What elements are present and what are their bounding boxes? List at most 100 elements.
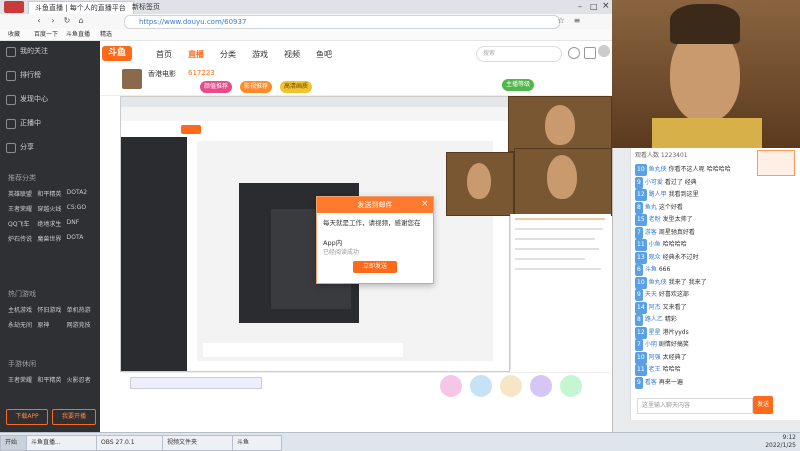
maximize-icon[interactable]: □ bbox=[590, 2, 598, 11]
chat-nickname[interactable]: 阿杰 bbox=[649, 304, 661, 311]
sidebar-item-live[interactable]: 正播中 bbox=[0, 113, 100, 133]
chat-nickname[interactable]: 小鱼 bbox=[649, 241, 661, 248]
level-badge: 14 bbox=[635, 301, 647, 314]
chat-nickname[interactable]: 路人乙 bbox=[645, 316, 663, 323]
category-link[interactable]: DOTA2 bbox=[67, 189, 96, 198]
category-link[interactable]: 绝地求生 bbox=[37, 219, 66, 228]
category-link[interactable]: DOTA bbox=[67, 234, 96, 243]
chat-nickname[interactable]: 游客 bbox=[645, 229, 657, 236]
message-icon[interactable] bbox=[584, 47, 596, 59]
taskbar-item[interactable]: 斗鱼直播... bbox=[26, 435, 100, 451]
chat-nickname[interactable]: 小可爱 bbox=[645, 179, 663, 186]
chat-nickname[interactable]: 看客 bbox=[645, 379, 657, 386]
nav-live[interactable]: 直播 bbox=[188, 49, 204, 60]
chat-nickname[interactable]: 老粉 bbox=[649, 216, 661, 223]
category-link[interactable]: 和平精英 bbox=[37, 375, 66, 384]
gift-icon[interactable] bbox=[560, 375, 582, 397]
star-icon[interactable]: ☆ bbox=[556, 16, 566, 26]
minimize-icon[interactable]: – bbox=[578, 2, 582, 11]
video-player[interactable] bbox=[612, 0, 800, 148]
chat-nickname[interactable]: 阿强 bbox=[649, 354, 661, 361]
sidebar-item-ranking[interactable]: 排行榜 bbox=[0, 65, 100, 85]
send-chat-button[interactable]: 发送 bbox=[753, 396, 773, 414]
reload-icon[interactable]: ↻ bbox=[62, 16, 72, 26]
browser-logo-icon[interactable] bbox=[4, 1, 24, 13]
category-link[interactable]: 单机热游 bbox=[67, 305, 96, 314]
category-link[interactable]: CS:GO bbox=[67, 204, 96, 213]
gift-icon[interactable] bbox=[530, 375, 552, 397]
category-link[interactable]: DNF bbox=[67, 219, 96, 228]
chat-text: 发型太帅了 bbox=[662, 216, 693, 223]
taskbar-item[interactable]: OBS 27.0.1 bbox=[96, 435, 166, 451]
category-link[interactable]: 主机游戏 bbox=[8, 305, 37, 314]
bookmark-item[interactable]: 精选 bbox=[100, 29, 112, 40]
bookmark-item[interactable]: 收藏 bbox=[8, 29, 20, 40]
start-live-button[interactable]: 我要开播 bbox=[52, 409, 96, 425]
category-link[interactable]: 原神 bbox=[37, 320, 66, 329]
tag-badge[interactable]: 高清画质 bbox=[280, 81, 313, 93]
nested-logo bbox=[181, 125, 201, 134]
search-input[interactable]: 搜索 bbox=[476, 46, 562, 62]
level-badge[interactable]: 主播等级 bbox=[502, 79, 535, 91]
bookmark-item[interactable]: 百度一下 bbox=[34, 29, 58, 40]
avatar[interactable] bbox=[598, 45, 610, 57]
clock[interactable]: 9:12 2022/1/25 bbox=[765, 434, 796, 450]
gift-icon[interactable] bbox=[470, 375, 492, 397]
chat-nickname[interactable]: 鱼丸 bbox=[645, 204, 657, 211]
sidebar-item-discover[interactable]: 发现中心 bbox=[0, 89, 100, 109]
chat-nickname[interactable]: 小明 bbox=[645, 341, 657, 348]
tag-badge[interactable]: 影视推荐 bbox=[240, 81, 273, 93]
close-icon[interactable]: × bbox=[602, 1, 610, 11]
chat-nickname[interactable]: 路人甲 bbox=[649, 191, 667, 198]
history-icon[interactable] bbox=[568, 47, 580, 59]
category-link[interactable]: 网游竞技 bbox=[67, 320, 96, 329]
anchor-avatar[interactable] bbox=[122, 69, 142, 89]
close-icon[interactable]: × bbox=[421, 199, 429, 209]
taskbar-item[interactable]: 斗鱼 bbox=[232, 435, 282, 451]
taskbar-item[interactable]: 视频文件夹 bbox=[162, 435, 236, 451]
nav-games[interactable]: 游戏 bbox=[252, 49, 268, 60]
home-icon[interactable]: ⌂ bbox=[76, 16, 86, 26]
category-link[interactable]: 穿越火线 bbox=[37, 204, 66, 213]
chat-message: 14 阿杰 又来看了 bbox=[635, 301, 785, 314]
chat-nickname[interactable]: 星星 bbox=[649, 329, 661, 336]
chat-nickname[interactable]: 天天 bbox=[645, 291, 657, 298]
site-logo[interactable]: 斗鱼 bbox=[102, 46, 132, 61]
url-input[interactable]: https://www.douyu.com/60937 bbox=[124, 15, 560, 29]
category-link[interactable]: 和平精英 bbox=[37, 189, 66, 198]
category-link[interactable]: 王者荣耀 bbox=[8, 204, 37, 213]
menu-icon[interactable]: ≡ bbox=[572, 16, 582, 26]
nav-fishbar[interactable]: 鱼吧 bbox=[316, 49, 332, 60]
tag-badge[interactable]: 颜值推荐 bbox=[200, 81, 233, 93]
gift-icon[interactable] bbox=[440, 375, 462, 397]
forward-icon[interactable]: › bbox=[48, 16, 58, 26]
download-app-button[interactable]: 下载APP bbox=[6, 409, 48, 425]
chat-nickname[interactable]: 斗鱼 bbox=[645, 266, 657, 273]
chat-nickname[interactable]: 鱼丸侠 bbox=[649, 279, 667, 286]
nav-video[interactable]: 视频 bbox=[284, 49, 300, 60]
category-link[interactable]: QQ飞车 bbox=[8, 219, 37, 228]
category-link[interactable]: 火影忍者 bbox=[67, 375, 96, 384]
category-link[interactable]: 炉石传说 bbox=[8, 234, 37, 243]
gift-icon[interactable] bbox=[500, 375, 522, 397]
chat-input[interactable]: 这里输入聊天内容 bbox=[637, 398, 753, 414]
bookmark-item[interactable]: 斗鱼直播 bbox=[66, 29, 90, 40]
category-link[interactable]: 永劫无间 bbox=[8, 320, 37, 329]
chat-message: 8 路人乙 精彩 bbox=[635, 314, 785, 326]
category-link[interactable]: 英雄联盟 bbox=[8, 189, 37, 198]
sidebar-item-share[interactable]: 分享 bbox=[0, 137, 100, 157]
chat-nickname[interactable]: 老王 bbox=[649, 366, 661, 373]
chat-nickname[interactable]: 观众 bbox=[649, 254, 661, 261]
tab-douyu[interactable]: 斗鱼直播 | 每个人的直播平台 bbox=[28, 1, 134, 14]
nav-home[interactable]: 首页 bbox=[156, 49, 172, 60]
nav-category[interactable]: 分类 bbox=[220, 49, 236, 60]
chat-nickname[interactable]: 鱼丸侠 bbox=[649, 166, 667, 173]
category-link[interactable]: 王者荣耀 bbox=[8, 375, 37, 384]
sidebar-item-follow[interactable]: 我的关注 bbox=[0, 41, 100, 61]
send-button[interactable]: 立即发送 bbox=[353, 261, 397, 273]
category-link[interactable]: 怀旧游戏 bbox=[37, 305, 66, 314]
category-link[interactable]: 魔兽世界 bbox=[37, 234, 66, 243]
tab-new[interactable]: 新标签页 bbox=[126, 1, 196, 13]
chat-message: 6 斗鱼 666 bbox=[635, 264, 785, 276]
back-icon[interactable]: ‹ bbox=[34, 16, 44, 26]
